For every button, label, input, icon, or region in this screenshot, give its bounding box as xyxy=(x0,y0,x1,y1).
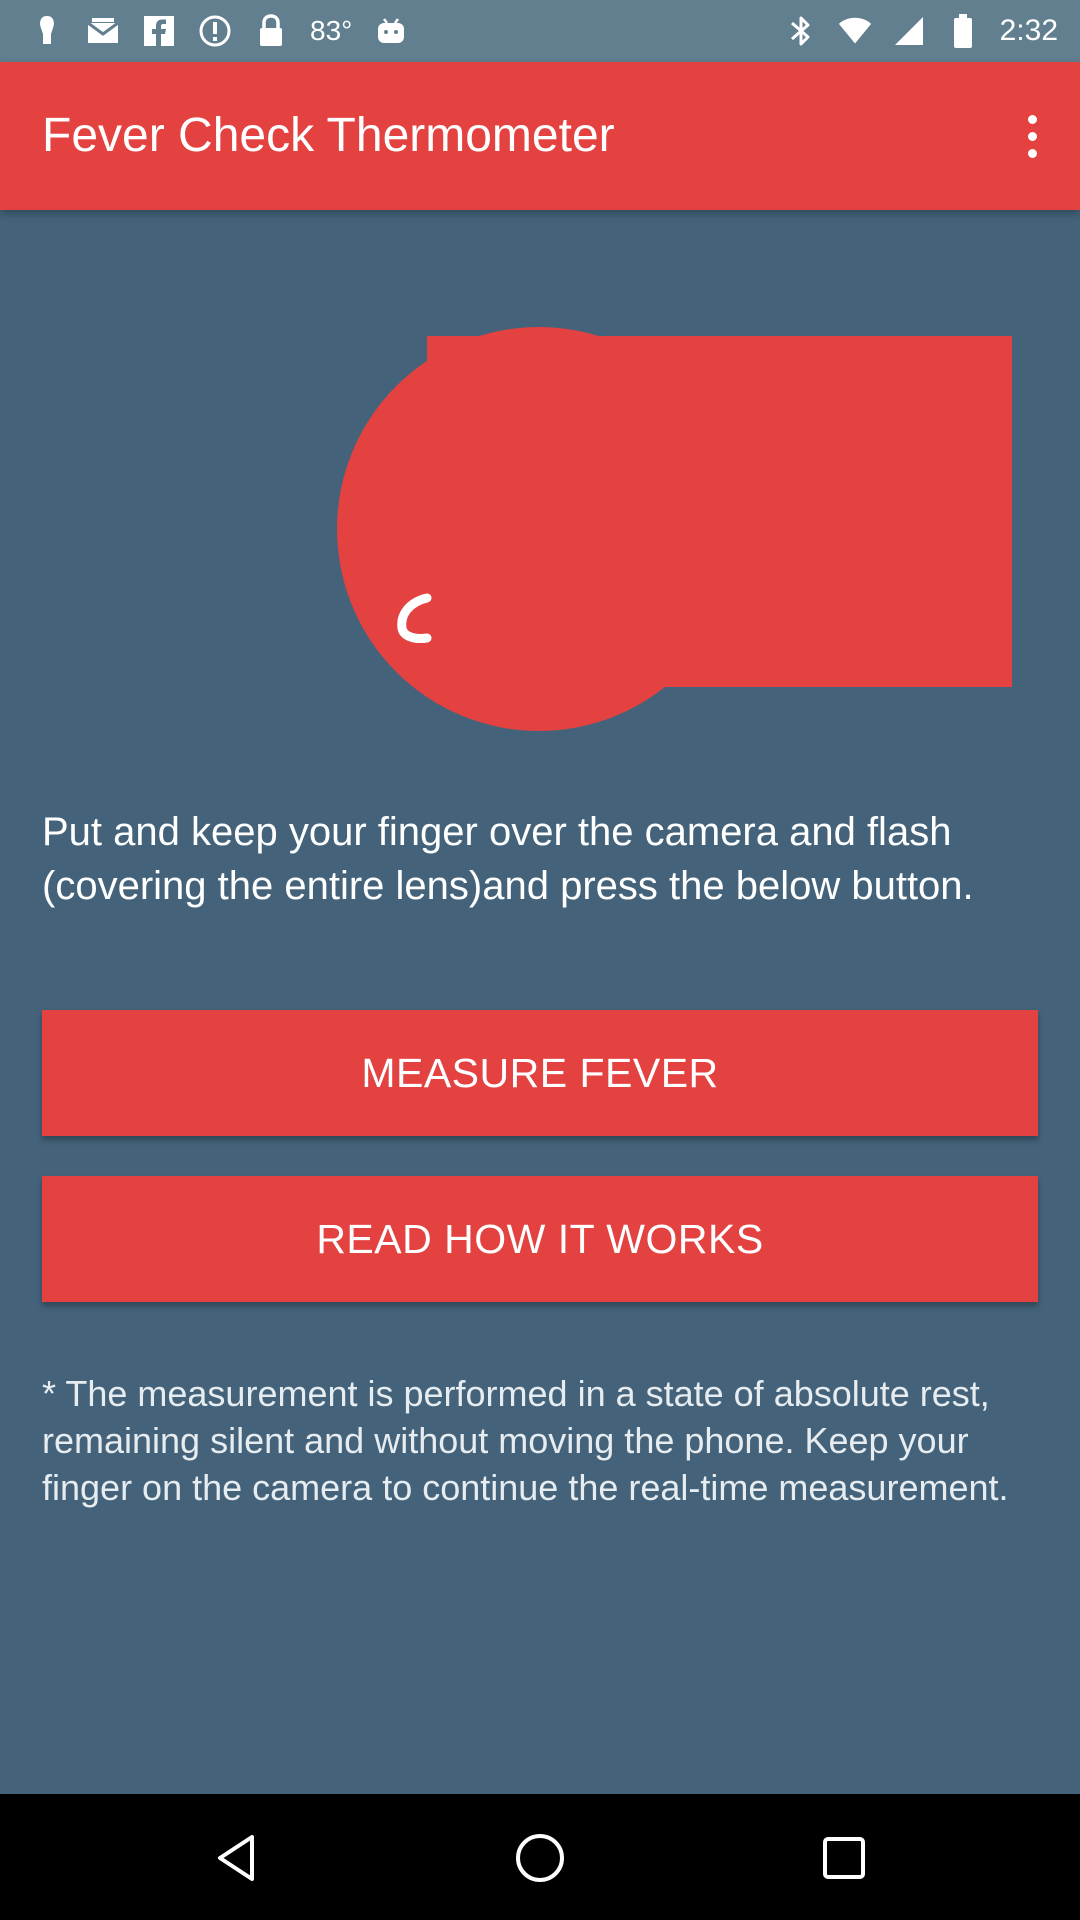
battery-icon xyxy=(946,14,980,48)
illustration-hook-icon xyxy=(397,593,432,643)
signal-icon xyxy=(892,14,926,48)
app-title: Fever Check Thermometer xyxy=(42,109,615,162)
temperature-text: 83° xyxy=(310,15,353,46)
status-bar-left: 83° xyxy=(30,0,408,62)
notification-icon xyxy=(30,14,64,48)
home-icon[interactable] xyxy=(504,1822,576,1894)
facebook-icon xyxy=(142,14,176,48)
overflow-dot xyxy=(1027,148,1037,158)
illustration-rectangle xyxy=(427,336,1012,687)
instruction-text: Put and keep your finger over the camera… xyxy=(42,810,974,908)
mail-icon xyxy=(86,14,120,48)
back-icon[interactable] xyxy=(200,1822,272,1894)
status-bar: 83° 2:32 xyxy=(0,0,1080,62)
overflow-dot xyxy=(1027,131,1037,141)
status-bar-right: 2:32 xyxy=(784,0,1058,62)
app-screen: 83° 2:32 Fever Check Thermometer Put and… xyxy=(0,0,1080,1920)
read-how-it-works-button[interactable]: READ HOW IT WORKS xyxy=(42,1176,1038,1302)
clock-time: 2:32 xyxy=(999,14,1058,47)
recents-icon[interactable] xyxy=(808,1822,880,1894)
lock-icon xyxy=(254,14,288,48)
alert-icon xyxy=(198,14,232,48)
android-icon xyxy=(374,14,408,48)
bluetooth-icon xyxy=(784,14,818,48)
navigation-bar xyxy=(0,1794,1080,1920)
wifi-icon xyxy=(838,14,872,48)
measure-fever-button[interactable]: MEASURE FEVER xyxy=(42,1010,1038,1136)
app-bar: Fever Check Thermometer xyxy=(0,62,1080,210)
overflow-dot xyxy=(1027,114,1037,124)
measurement-note: * The measurement is performed in a stat… xyxy=(42,1373,1009,1508)
more-vert-icon[interactable] xyxy=(1002,100,1062,172)
thermometer-illustration xyxy=(0,320,1080,740)
